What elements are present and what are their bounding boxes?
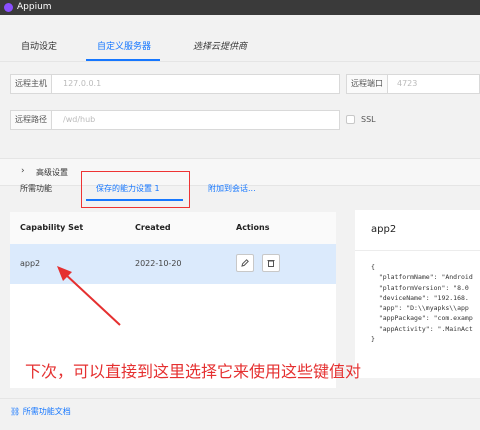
annotation-text: 下次，可以直接到这里选择它来使用这些键值对 (25, 362, 362, 381)
title-bar: Appium (0, 0, 480, 15)
link-icon: ⛓ (10, 407, 21, 416)
footer-divider (0, 398, 480, 399)
doc-link-label: 所需功能文档 (22, 407, 71, 416)
main-area: 自动设定 自定义服务器 选择云提供商 远程主机 127.0.0.1 远程端口 4… (0, 15, 480, 430)
window-title: Appium (17, 2, 52, 12)
capabilities-doc-link[interactable]: ⛓ 所需功能文档 (10, 406, 71, 417)
appium-logo-icon (4, 3, 13, 12)
